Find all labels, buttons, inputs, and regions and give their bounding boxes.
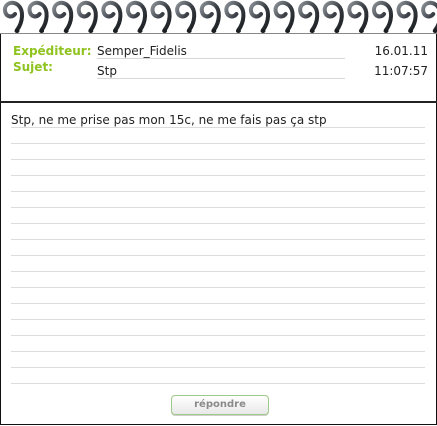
ruled-line <box>11 319 425 320</box>
spiral-ring-icon <box>298 0 320 32</box>
binding-hole <box>63 29 69 33</box>
binding-hole <box>260 29 266 33</box>
spiral-ring-icon <box>347 0 369 32</box>
binding-hole <box>408 29 414 33</box>
spiral-ring-icon <box>52 0 74 32</box>
spiral-ring-icon <box>322 0 344 32</box>
ruled-line <box>11 143 425 144</box>
reply-button[interactable]: répondre <box>171 395 269 415</box>
binding-hole <box>186 29 192 33</box>
ruled-line <box>11 255 425 256</box>
binding-hole <box>14 29 20 33</box>
ruled-line <box>11 287 425 288</box>
spiral-ring-icon <box>27 0 49 32</box>
ruled-line <box>11 127 425 128</box>
binding-hole <box>235 29 241 33</box>
ruled-line <box>11 335 425 336</box>
ruled-line <box>11 351 425 352</box>
ruled-line <box>11 175 425 176</box>
sender-label: Expéditeur: <box>13 44 92 58</box>
binding-hole <box>211 29 217 33</box>
spiral-ring-icon <box>248 0 270 32</box>
spiral-ring-icon <box>396 0 418 32</box>
binding-hole <box>383 29 389 33</box>
sender-underline <box>97 58 345 59</box>
ruled-line <box>11 303 425 304</box>
binding-hole <box>112 29 118 33</box>
spiral-ring-icon <box>224 0 246 32</box>
spiral-ring-icon <box>371 0 393 32</box>
subject-label: Sujet: <box>13 60 53 74</box>
spiral-ring-icon <box>76 0 98 32</box>
binding-hole <box>88 29 94 33</box>
ruled-line <box>11 383 425 384</box>
binding-hole <box>39 29 45 33</box>
message-body: Stp, ne me prise pas mon 15c, ne me fais… <box>0 103 437 425</box>
spiral-ring-icon <box>273 0 295 32</box>
spiral-ring-icon <box>101 0 123 32</box>
message-header: Expéditeur: Semper_Fidelis Sujet: Stp 16… <box>0 34 437 102</box>
ruled-line <box>11 191 425 192</box>
spiral-ring-icon <box>2 0 24 32</box>
subject-text: Stp <box>97 64 117 78</box>
spiral-ring-icon <box>150 0 172 32</box>
binding-hole <box>162 29 168 33</box>
ruled-line <box>11 223 425 224</box>
ruled-line <box>11 207 425 208</box>
binding-hole <box>309 29 315 33</box>
subject-underline <box>97 78 345 79</box>
spiral-ring-icon <box>421 0 437 32</box>
message-notepad: Expéditeur: Semper_Fidelis Sujet: Stp 16… <box>0 0 437 426</box>
sender-name: Semper_Fidelis <box>97 44 187 58</box>
binding-hole <box>334 29 340 33</box>
message-date: 16.01.11 <box>374 44 428 58</box>
binding-hole <box>358 29 364 33</box>
message-time: 11:07:57 <box>374 64 428 78</box>
ruled-line <box>11 367 425 368</box>
binding-hole <box>285 29 291 33</box>
spiral-ring-icon <box>175 0 197 32</box>
ruled-line <box>11 239 425 240</box>
binding-hole <box>137 29 143 33</box>
spiral-ring-icon <box>199 0 221 32</box>
ruled-line <box>11 159 425 160</box>
ruled-line <box>11 271 425 272</box>
message-text: Stp, ne me prise pas mon 15c, ne me fais… <box>11 113 327 127</box>
spiral-ring-icon <box>125 0 147 32</box>
spiral-binding <box>0 0 437 35</box>
